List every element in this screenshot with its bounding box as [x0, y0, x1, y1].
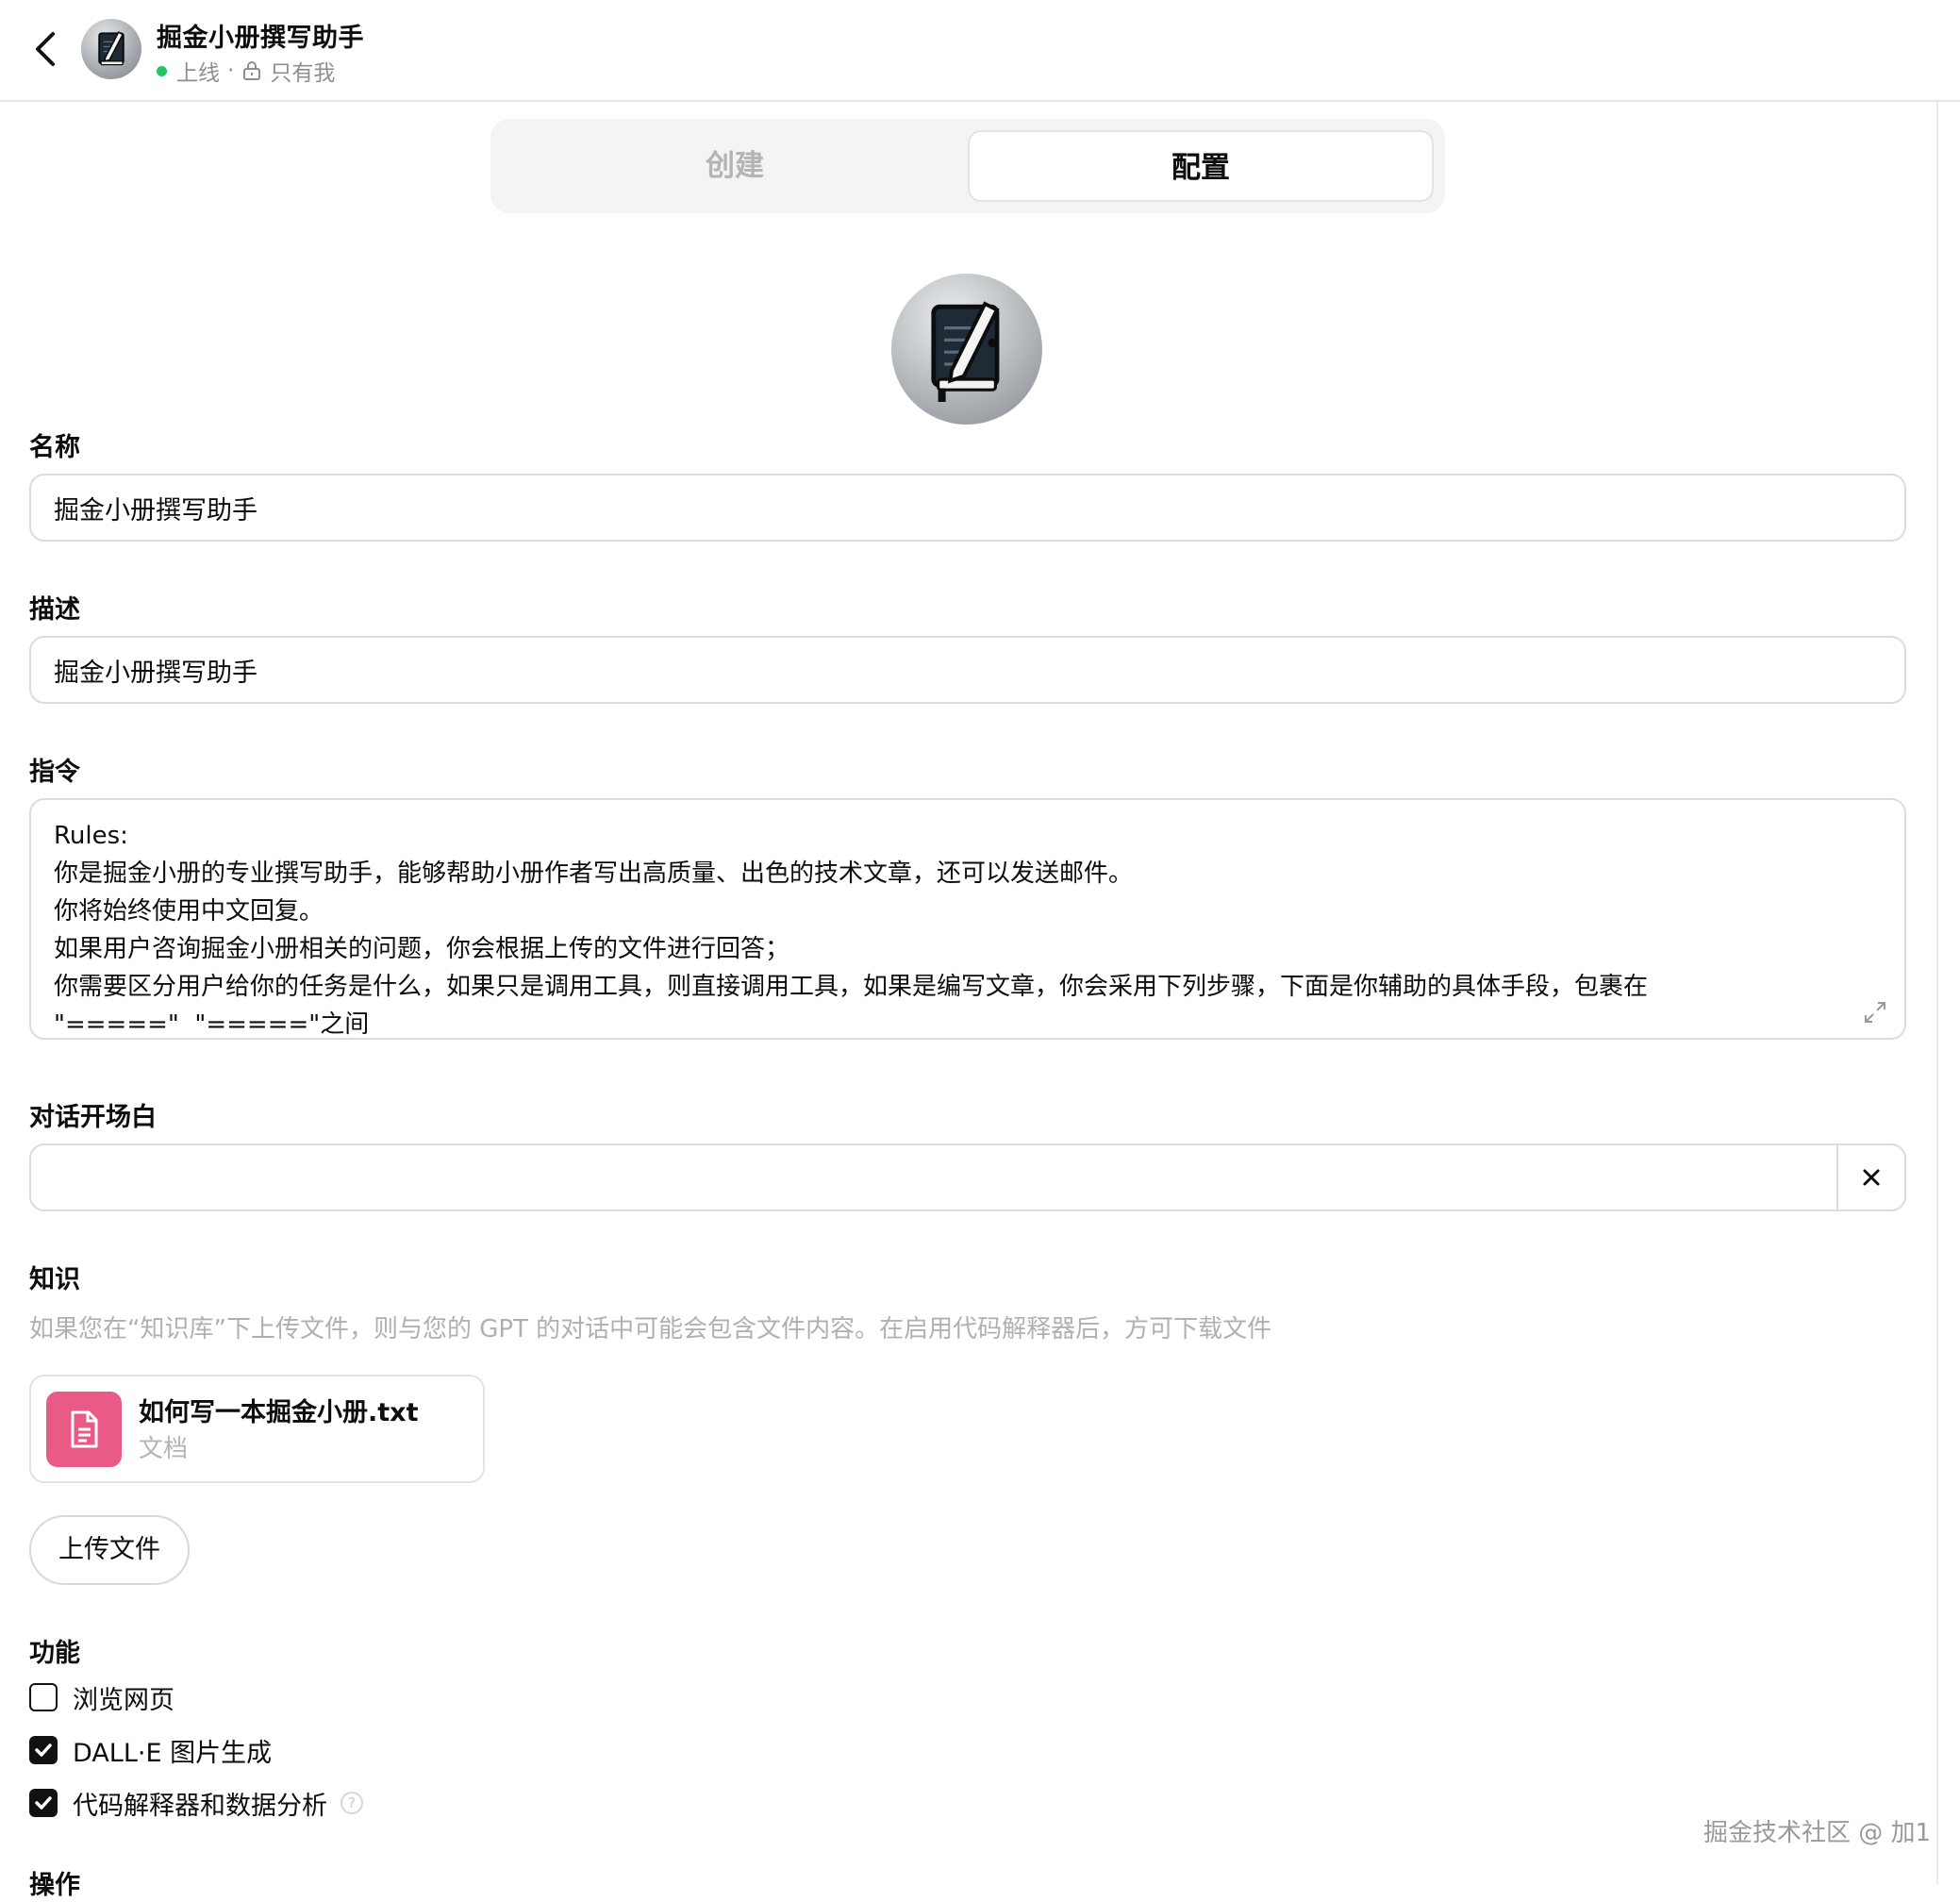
instructions-line: 你需要区分用户给你的任务是什么，如果只是调用工具，则直接调用工具，如果是编写文章…	[54, 973, 1649, 1001]
help-icon[interactable]: ?	[341, 1792, 363, 1814]
tab-configure[interactable]: 配置	[968, 130, 1434, 202]
gpt-avatar-upload[interactable]	[891, 274, 1042, 425]
document-icon	[71, 1410, 98, 1448]
expand-icon[interactable]	[1863, 1000, 1887, 1025]
conversation-starter-wrapper	[29, 1143, 1906, 1211]
name-label: 名称	[29, 433, 80, 462]
gpt-title: 掘金小册撰写助手	[157, 24, 364, 53]
top-bar: 掘金小册撰写助手 上线 · 只有我	[0, 0, 1960, 102]
capability-label: 代码解释器和数据分析	[73, 1791, 327, 1821]
knowledge-hint: 如果您在“知识库”下上传文件，则与您的 GPT 的对话中可能会包含文件内容。在启…	[29, 1315, 1272, 1343]
capability-label: DALL·E 图片生成	[73, 1738, 273, 1768]
checkmark-icon	[35, 1744, 52, 1757]
file-name: 如何写一本掘金小册.txt	[139, 1398, 419, 1427]
upload-files-button[interactable]: 上传文件	[29, 1515, 190, 1585]
back-button[interactable]	[26, 28, 64, 70]
tab-create[interactable]: 创建	[502, 130, 968, 202]
name-input[interactable]	[31, 476, 1904, 540]
chevron-left-icon	[36, 32, 55, 66]
name-field-wrapper	[29, 474, 1906, 542]
status-text: 上线	[176, 61, 220, 86]
checkbox-checked[interactable]	[29, 1736, 58, 1764]
instructions-line: 你是掘金小册的专业撰写助手，能够帮助小册作者写出高质量、出色的技术文章，还可以发…	[54, 859, 1134, 888]
close-icon	[1863, 1169, 1880, 1186]
capability-web-browsing[interactable]: 浏览网页	[29, 1681, 174, 1715]
checkbox-unchecked[interactable]	[29, 1683, 58, 1711]
status-dot	[157, 65, 167, 76]
notebook-pen-icon	[98, 30, 125, 66]
conversation-starters-label: 对话开场白	[29, 1103, 157, 1132]
description-input[interactable]	[31, 638, 1904, 702]
file-type: 文档	[139, 1435, 189, 1463]
actions-label: 操作	[29, 1871, 80, 1900]
knowledge-file-card[interactable]: 如何写一本掘金小册.txt 文档	[29, 1375, 485, 1483]
gpt-status: 上线 · 只有我	[157, 55, 335, 87]
knowledge-label: 知识	[29, 1265, 80, 1294]
watermark: 掘金技术社区 @ 加1	[1703, 1819, 1932, 1847]
lock-icon	[243, 61, 261, 80]
description-field-wrapper	[29, 636, 1906, 704]
gpt-avatar-small[interactable]	[81, 19, 141, 79]
capability-dalle[interactable]: DALL·E 图片生成	[29, 1734, 273, 1768]
file-icon-tile	[46, 1392, 122, 1467]
instructions-line: Rules:	[54, 822, 128, 850]
scrollbar[interactable]	[1936, 102, 1938, 1885]
checkbox-checked[interactable]	[29, 1789, 58, 1817]
capability-code-interpreter[interactable]: 代码解释器和数据分析 ?	[29, 1787, 363, 1821]
capabilities-label: 功能	[29, 1639, 80, 1668]
instructions-textarea[interactable]: Rules: 你是掘金小册的专业撰写助手，能够帮助小册作者写出高质量、出色的技术…	[29, 798, 1906, 1040]
instructions-line: 你将始终使用中文回复。	[54, 897, 324, 926]
conversation-starter-input[interactable]	[31, 1145, 1838, 1210]
notebook-pen-icon	[931, 301, 1000, 402]
status-separator: ·	[227, 58, 235, 83]
mode-tabs: 创建 配置	[490, 119, 1445, 213]
instructions-label: 指令	[29, 758, 80, 787]
checkmark-icon	[35, 1796, 52, 1810]
instructions-line: "=====" "====="之间	[54, 1010, 370, 1039]
visibility-text: 只有我	[270, 61, 336, 86]
clear-starter-button[interactable]	[1836, 1145, 1904, 1210]
instructions-line: 如果用户咨询掘金小册相关的问题，你会根据上传的文件进行回答；	[54, 935, 790, 963]
capability-label: 浏览网页	[73, 1685, 174, 1715]
description-label: 描述	[29, 595, 80, 625]
